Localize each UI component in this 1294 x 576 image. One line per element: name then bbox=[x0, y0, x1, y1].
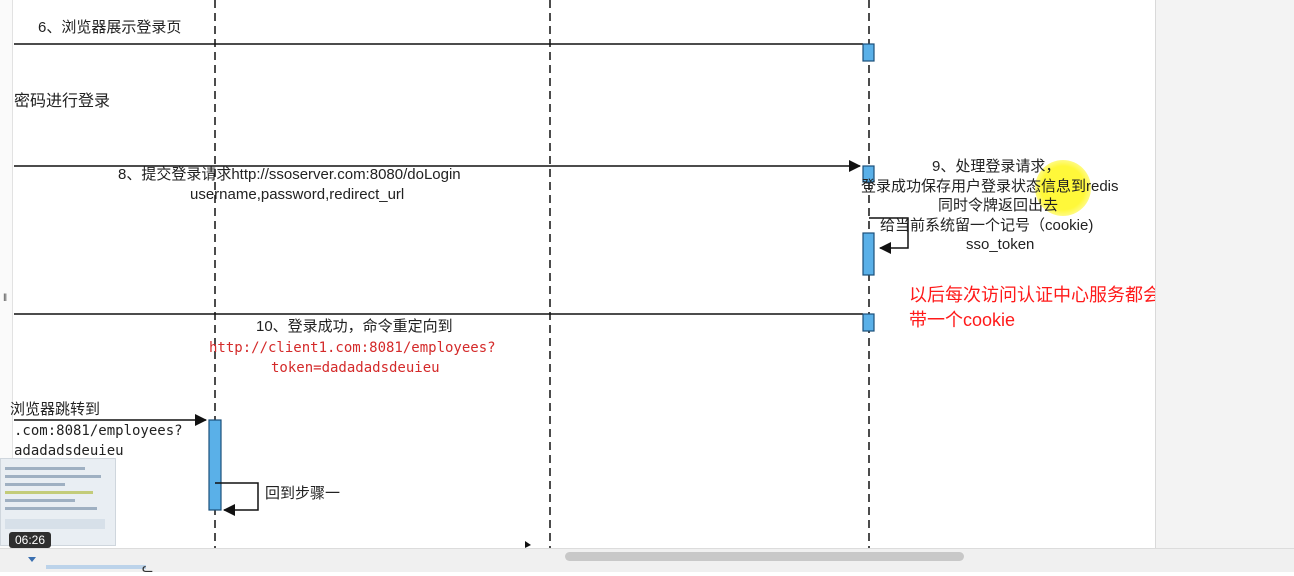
redirect-token: token=dadadadsdeuieu bbox=[271, 360, 440, 376]
message-label-11-line1: 浏览器跳转到 bbox=[10, 401, 101, 418]
activation-11 bbox=[208, 419, 222, 511]
message-label-11-line2: .com:8081/employees? bbox=[14, 423, 183, 439]
video-timestamp: 06:26 bbox=[9, 532, 52, 548]
progress-strip bbox=[46, 565, 146, 569]
activation-10 bbox=[862, 313, 875, 332]
return-label: 回到步骤一 bbox=[265, 485, 341, 502]
red-note-line1: 以后每次访问认证中心服务都会 bbox=[909, 285, 1155, 305]
message-label-8-line1: 8、提交登录请求http://ssoserver.com:8080/doLogi… bbox=[118, 166, 461, 183]
diagram-canvas: ‖ 6、浏览器展示登录页 密码进行登录 8、提交登录请求http://ssose… bbox=[0, 0, 1155, 548]
dropdown-triangle-icon[interactable] bbox=[28, 557, 36, 562]
redirect-url: http://client1.com:8081/employees? bbox=[209, 340, 496, 356]
red-note: 以后每次访问认证中心服务都会 带一个cookie bbox=[909, 283, 1155, 333]
message-label-6: 6、浏览器展示登录页 bbox=[38, 19, 182, 36]
process-label-9-line3: 同时令牌返回出去 bbox=[938, 197, 1059, 214]
process-label-9-line4: 给当前系统留一个记号（cookie) bbox=[880, 217, 1094, 234]
partial-arrow-tip bbox=[525, 541, 531, 548]
message-label-8-line2: username,password,redirect_url bbox=[190, 186, 405, 203]
process-label-9-line1: 9、处理登录请求， bbox=[932, 158, 1061, 175]
process-label-9-line2: 登录成功保存用户登录状态信息到redis bbox=[861, 178, 1119, 195]
right-side-panel bbox=[1155, 0, 1294, 548]
activation-9 bbox=[862, 232, 875, 276]
red-note-line2: 带一个cookie bbox=[909, 310, 1016, 330]
sequence-diagram bbox=[14, 0, 909, 548]
horizontal-scrollbar[interactable]: ᓚ bbox=[0, 548, 1294, 576]
cat-icon[interactable]: ᓚ bbox=[142, 561, 153, 576]
scrollbar-thumb[interactable] bbox=[565, 552, 964, 561]
message-label-7: 密码进行登录 bbox=[14, 93, 111, 110]
process-label-9-line5: sso_token bbox=[966, 236, 1035, 253]
message-label-10: 10、登录成功，命令重定向到 bbox=[256, 318, 453, 335]
activation-6 bbox=[862, 43, 875, 62]
